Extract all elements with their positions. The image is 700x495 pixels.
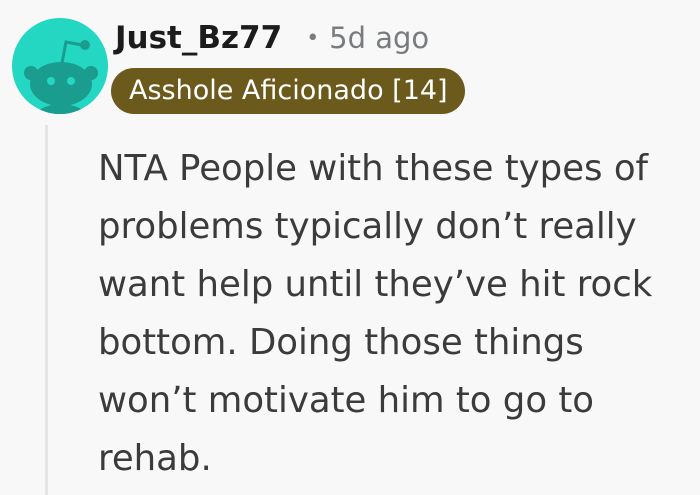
snoo-icon <box>24 40 98 114</box>
comment-body-text: NTA People with these types of problems … <box>98 148 653 479</box>
comment: Just_Bz77 • 5d ago Asshole Aficionado [1… <box>0 0 700 495</box>
thread-collapse-line[interactable] <box>45 125 48 495</box>
meta-separator: • <box>306 25 320 51</box>
comment-header: Just_Bz77 • 5d ago <box>115 16 429 60</box>
timestamp-link[interactable]: 5d ago <box>329 21 429 55</box>
user-avatar-icon[interactable] <box>12 18 108 114</box>
username-link[interactable]: Just_Bz77 <box>115 20 282 56</box>
user-flair-badge: Asshole Aficionado [14] <box>111 68 465 114</box>
